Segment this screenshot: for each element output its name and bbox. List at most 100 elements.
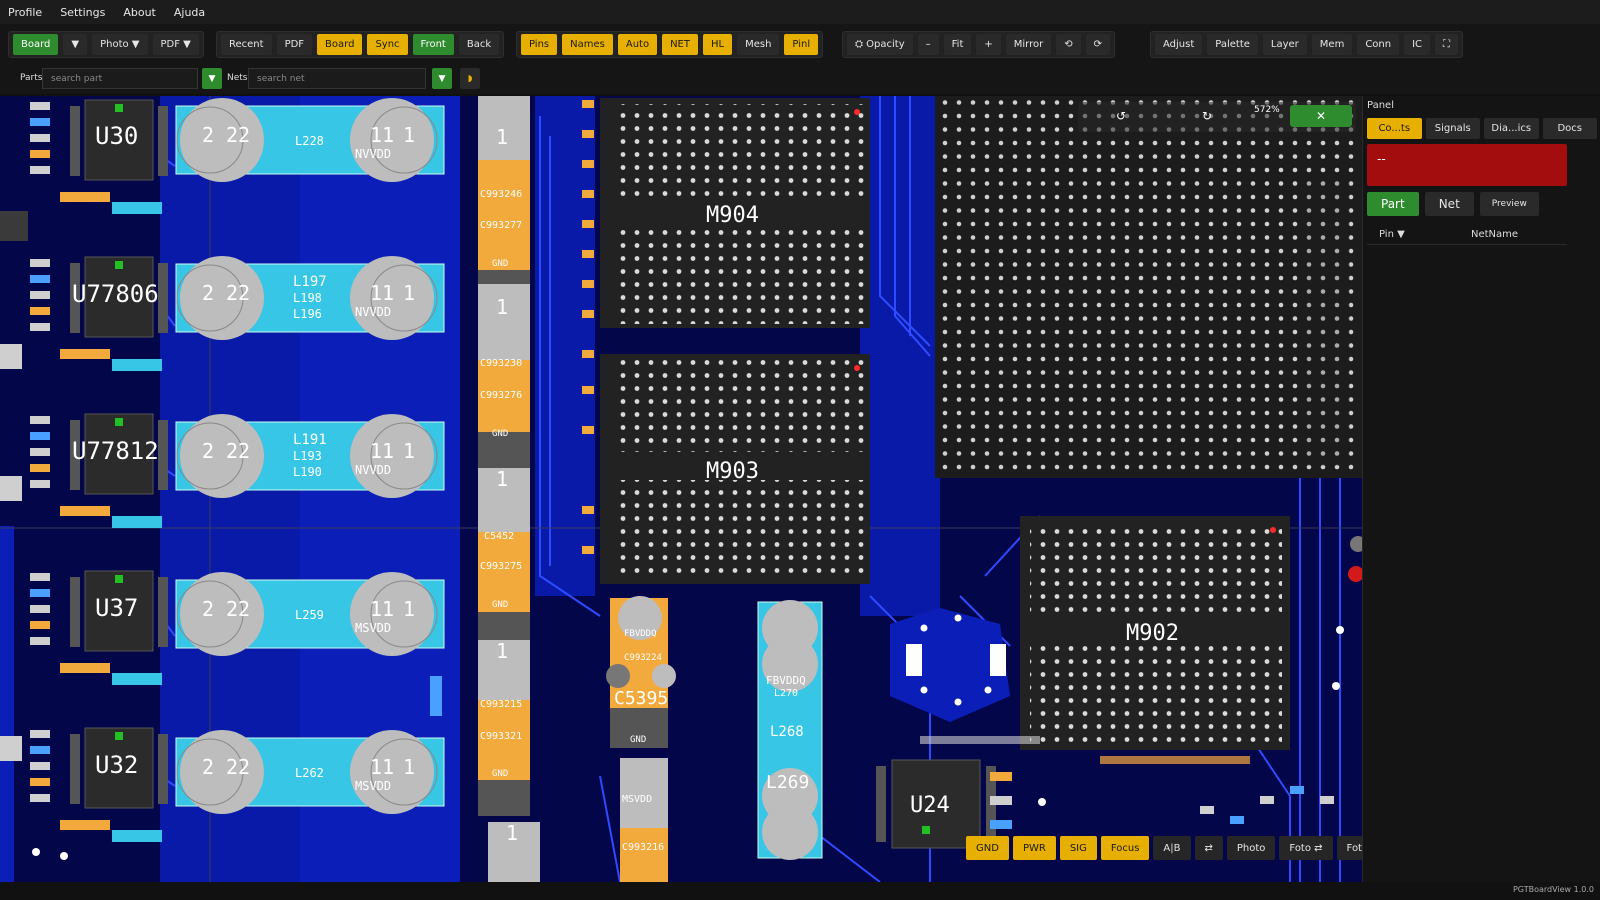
layer-photo-button[interactable]: Photo: [1226, 836, 1276, 860]
panel-tab-1[interactable]: Signals: [1425, 118, 1480, 139]
toolbar-mesh-button[interactable]: Mesh: [737, 34, 780, 55]
label-c993230[interactable]: C993230: [480, 358, 522, 369]
layer-gnd-button[interactable]: GND: [966, 836, 1009, 860]
part-filter-button[interactable]: ▼: [202, 68, 222, 89]
toolbar-recent-button[interactable]: Recent: [221, 34, 272, 55]
panel-mode-part-button[interactable]: Part: [1367, 192, 1419, 216]
toolbar-fit-button[interactable]: Fit: [943, 34, 972, 55]
toolbar-front-button[interactable]: Front: [412, 34, 454, 55]
label-c993277[interactable]: C993277: [480, 220, 522, 231]
label-l198[interactable]: L198: [293, 291, 322, 305]
layer-foto-button[interactable]: Foto ⇄: [1279, 836, 1333, 860]
label-c5452[interactable]: C5452: [484, 531, 514, 542]
toolbar-names-button[interactable]: Names: [562, 34, 613, 55]
label-u37[interactable]: U37: [95, 594, 138, 622]
part-search-input[interactable]: search part: [42, 68, 198, 89]
rotate-left-icon[interactable]: ↺: [1116, 109, 1126, 123]
extra-toggle-button[interactable]: ◗: [460, 68, 480, 89]
toolbar-pins-button[interactable]: Pins: [521, 34, 558, 55]
board-canvas[interactable]: U30 U77806 U77812 U37 U32 2 22 L228 11 1…: [0, 96, 1362, 882]
toolbar-group-view: Recent PDF Board Sync Front Back: [216, 31, 505, 58]
label-m902[interactable]: M902: [1126, 621, 1179, 646]
toolbar-adjust-button[interactable]: Adjust: [1155, 34, 1203, 55]
toolbar-photo-button[interactable]: Photo ▼: [92, 34, 148, 55]
toolbar-layer-button[interactable]: Layer: [1262, 34, 1307, 55]
toolbar-pdf-button[interactable]: PDF ▼: [152, 34, 199, 55]
close-overlay-button[interactable]: ✕: [1290, 105, 1352, 127]
label-m903[interactable]: M903: [706, 459, 759, 484]
toolbar-btn-1-button[interactable]: ▼: [63, 34, 88, 55]
toolbar-back-button[interactable]: Back: [458, 34, 500, 55]
gpu-bga[interactable]: [935, 96, 1362, 478]
layer-fotos-button[interactable]: Fotos...: [1336, 836, 1362, 860]
label-l259[interactable]: L259: [295, 608, 324, 622]
toolbar-palette-button[interactable]: Palette: [1207, 34, 1258, 55]
toolbar-mirror-button[interactable]: Mirror: [1005, 34, 1052, 55]
label-u32[interactable]: U32: [95, 751, 138, 779]
menu-ajuda[interactable]: Ajuda: [174, 6, 205, 19]
label-l228[interactable]: L228: [295, 134, 324, 148]
toolbar-net-button[interactable]: NET: [662, 34, 698, 55]
toolbar-hl-button[interactable]: HL: [703, 34, 733, 55]
panel-mode-net-button[interactable]: Net: [1424, 192, 1474, 216]
label-l191[interactable]: L191: [293, 432, 327, 448]
panel-mode-preview-button[interactable]: Preview: [1479, 192, 1539, 216]
label-l190[interactable]: L190: [293, 465, 322, 479]
toolbar-sync-button[interactable]: Sync: [367, 34, 408, 55]
panel-tab-0[interactable]: Co...ts: [1367, 118, 1422, 139]
label-l269[interactable]: L269: [766, 772, 809, 793]
rotate-right-icon[interactable]: ↻: [1202, 109, 1212, 123]
label-l196[interactable]: L196: [293, 307, 322, 321]
layer-a-b-button[interactable]: A|B: [1153, 836, 1191, 860]
label-c993246[interactable]: C993246: [480, 189, 522, 200]
toolbar-pinl-button[interactable]: Pinl: [784, 34, 819, 55]
panel-tab-2[interactable]: Dia...ics: [1484, 118, 1539, 139]
net-search-input[interactable]: search net: [248, 68, 426, 89]
toolbar-auto-button[interactable]: Auto: [617, 34, 658, 55]
label-u77812[interactable]: U77812: [72, 437, 159, 465]
toolbar-mem-button[interactable]: Mem: [1311, 34, 1353, 55]
toolbar-ic-button[interactable]: IC: [1404, 34, 1431, 55]
label-l268[interactable]: L268: [770, 724, 804, 740]
toolbar-btn-1-button[interactable]: –: [917, 34, 939, 55]
layer-pwr-button[interactable]: PWR: [1012, 836, 1056, 860]
label-u77806[interactable]: U77806: [72, 280, 159, 308]
column-netname[interactable]: NetName: [1471, 229, 1518, 240]
toolbar-board-button[interactable]: Board: [13, 34, 59, 55]
label-c993276[interactable]: C993276: [480, 390, 522, 401]
toolbar-btn-6-button[interactable]: ⟳: [1085, 34, 1111, 55]
label-u30[interactable]: U30: [95, 122, 138, 150]
label-c5395[interactable]: C5395: [614, 688, 668, 709]
label-c993321[interactable]: C993321: [480, 731, 522, 742]
pin-label: 1: [403, 123, 415, 147]
layer-focus-button[interactable]: Focus: [1100, 836, 1150, 860]
toolbar-board-button[interactable]: Board: [317, 34, 363, 55]
menu-profile[interactable]: Profile: [8, 6, 42, 19]
panel-tabs: Co...ts Signals Dia...ics Docs: [1367, 118, 1597, 140]
label-l197[interactable]: L197: [293, 274, 327, 290]
label-l270[interactable]: L270: [774, 688, 798, 699]
app-version: PGTBoardView 1.0.0: [1512, 885, 1594, 894]
toolbar-btn-3-button[interactable]: +: [976, 34, 1001, 55]
toolbar-btn-6-button[interactable]: ⛶: [1435, 34, 1459, 55]
toolbar-conn-button[interactable]: Conn: [1357, 34, 1400, 55]
layer-sig-button[interactable]: SIG: [1059, 836, 1097, 860]
label-m904[interactable]: M904: [706, 203, 759, 228]
label-c993224[interactable]: C993224: [624, 653, 662, 663]
label-l193[interactable]: L193: [293, 449, 322, 463]
label-c993275[interactable]: C993275: [480, 561, 522, 572]
menu-about[interactable]: About: [123, 6, 156, 19]
menu-settings[interactable]: Settings: [60, 6, 105, 19]
label-l262[interactable]: L262: [295, 766, 324, 780]
toolbar-opacity-button[interactable]: ⛭ Opacity: [847, 34, 913, 55]
label-c993216[interactable]: C993216: [622, 842, 664, 853]
toolbar-pdf-button[interactable]: PDF: [276, 34, 313, 55]
label-u24[interactable]: U24: [910, 793, 950, 818]
net-gnd: GND: [492, 769, 508, 779]
label-c993215[interactable]: C993215: [480, 699, 522, 710]
panel-tab-3[interactable]: Docs: [1542, 118, 1597, 139]
toolbar-btn-5-button[interactable]: ⟲: [1056, 34, 1081, 55]
column-pin[interactable]: Pin ▼: [1379, 229, 1405, 240]
net-filter-button[interactable]: ▼: [432, 68, 452, 89]
layer-btn-5-button[interactable]: ⇄: [1194, 836, 1223, 860]
